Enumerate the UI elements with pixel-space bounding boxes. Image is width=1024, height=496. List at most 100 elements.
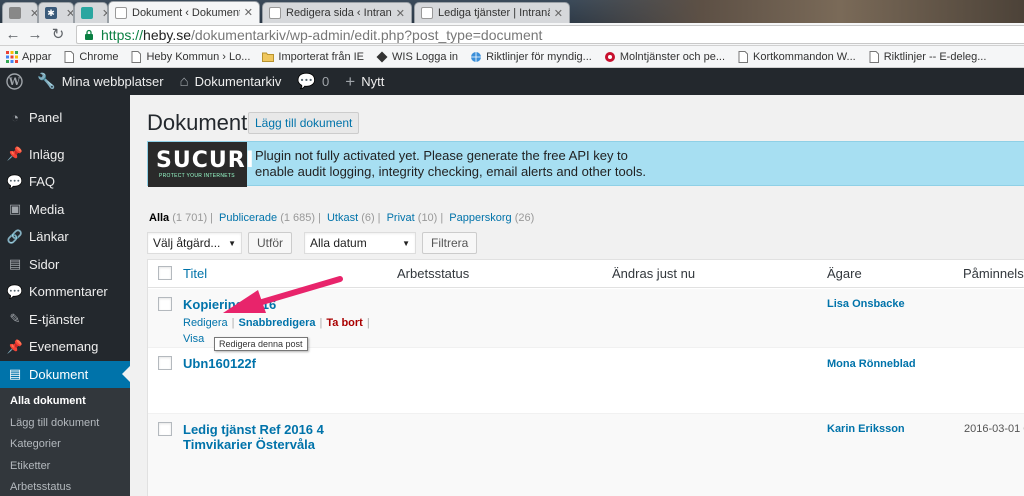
tab-title: Dokument ‹ Dokumentark bbox=[132, 6, 240, 19]
sidebar-item-label: Panel bbox=[29, 110, 63, 126]
filter-papperskorg[interactable]: Papperskorg (26) bbox=[449, 212, 534, 224]
sidebar-item-panel[interactable]: ◔ Panel bbox=[0, 104, 130, 132]
browser-tab-lediga[interactable]: Lediga tjänster | Intranät ✕ bbox=[414, 2, 570, 23]
notice-line-1: Plugin not fully activated yet. Please g… bbox=[255, 148, 628, 163]
filter-publicerade[interactable]: Publicerade (1 685) bbox=[219, 212, 315, 224]
close-tab-icon[interactable]: ✕ bbox=[554, 7, 563, 20]
bookmark-heby[interactable]: Heby Kommun › Lo... bbox=[124, 50, 256, 63]
submenu-item-kategorier[interactable]: Kategorier bbox=[0, 434, 130, 456]
submenu-item-arbetsstatus[interactable]: Arbetsstatus bbox=[0, 477, 130, 496]
add-document-button[interactable]: Lägg till dokument bbox=[248, 112, 360, 134]
filter-button[interactable]: Filtrera bbox=[422, 232, 478, 254]
row-title-link[interactable]: Kopiering 2016 bbox=[183, 297, 276, 312]
sidebar-item-media[interactable]: ▣ Media bbox=[0, 196, 130, 224]
filter-privat[interactable]: Privat (10) bbox=[387, 212, 438, 224]
wp-logo[interactable]: W bbox=[0, 68, 29, 95]
quick-edit-link[interactable]: Snabbredigera bbox=[239, 317, 316, 329]
browser-tab-redigera[interactable]: Redigera sida ‹ Intranät — ✕ bbox=[262, 2, 412, 23]
filter-utkast[interactable]: Utkast (6) bbox=[327, 212, 375, 224]
close-tab-icon[interactable]: ✕ bbox=[30, 7, 37, 20]
filter-label: Alla bbox=[149, 212, 170, 224]
filter-label: Publicerade bbox=[219, 212, 278, 224]
browser-tab-2[interactable]: ✱ ✕ bbox=[38, 2, 74, 23]
bookmark-riktlinjer-edeleg[interactable]: Riktlinjer -- E-deleg... bbox=[862, 50, 993, 63]
row-title-link[interactable]: Ubn160122f bbox=[183, 356, 256, 371]
row-checkbox[interactable] bbox=[158, 356, 172, 370]
browser-tab-1[interactable]: ✕ bbox=[2, 2, 38, 23]
filter-alla[interactable]: Alla (1 701) bbox=[149, 212, 207, 224]
bookmark-wis[interactable]: WIS Logga in bbox=[370, 51, 464, 63]
view-link[interactable]: Visa bbox=[183, 333, 204, 345]
row-checkbox[interactable] bbox=[158, 297, 172, 311]
column-header-agare: Ägare bbox=[827, 266, 862, 281]
main-content: Dokument Lägg till dokument SUCURI PROTE… bbox=[130, 95, 1024, 496]
sidebar-item-sidor[interactable]: ▤ Sidor bbox=[0, 251, 130, 279]
close-tab-icon[interactable]: ✕ bbox=[244, 6, 253, 19]
sidebar-item-label: Länkar bbox=[29, 229, 69, 245]
sidebar-item-evenemang[interactable]: 📌 Evenemang bbox=[0, 333, 130, 361]
comment-icon: 💬 bbox=[6, 283, 24, 299]
pin-icon: 📌 bbox=[6, 338, 24, 354]
bookmark-chrome[interactable]: Chrome bbox=[57, 50, 124, 63]
filter-count: (1 701) bbox=[172, 212, 208, 224]
edit-link[interactable]: Redigera bbox=[183, 317, 228, 329]
date-filter-select[interactable]: Alla datum ▼ bbox=[304, 232, 417, 254]
edit-tooltip: Redigera denna post bbox=[214, 337, 308, 351]
apply-button[interactable]: Utför bbox=[248, 232, 293, 254]
new-content-menu[interactable]: + Nytt bbox=[337, 68, 392, 95]
plus-icon: + bbox=[345, 72, 356, 91]
sidebar-item-lankar[interactable]: 🔗 Länkar bbox=[0, 223, 130, 251]
row-checkbox[interactable] bbox=[158, 422, 172, 436]
reload-icon[interactable]: ↻ bbox=[49, 26, 67, 44]
browser-tab-dokument[interactable]: Dokument ‹ Dokumentark ✕ bbox=[108, 1, 260, 23]
my-sites-menu[interactable]: 🔧 Mina webbplatser bbox=[29, 68, 172, 95]
row-title-link[interactable]: Ledig tjänst Ref 2016 4 Timvikarier Öste… bbox=[183, 422, 383, 452]
comments-menu[interactable]: 💬 0 bbox=[289, 68, 337, 95]
bookmark-label: Molntjänster och pe... bbox=[619, 50, 725, 63]
browser-tab-3[interactable]: ✕ bbox=[74, 2, 108, 23]
filter-label: Privat bbox=[386, 212, 415, 224]
select-all-checkbox[interactable] bbox=[158, 266, 172, 280]
sidebar-item-faq[interactable]: 💬 FAQ bbox=[0, 168, 130, 196]
sidebar-item-dokument[interactable]: ▤ Dokument bbox=[0, 360, 130, 388]
close-tab-icon[interactable]: ✕ bbox=[396, 7, 405, 20]
folder-icon bbox=[262, 52, 275, 62]
lock-icon bbox=[85, 29, 93, 40]
page-icon bbox=[869, 50, 879, 63]
site-name-menu[interactable]: ⌂ Dokumentarkiv bbox=[172, 68, 290, 95]
row-owner-link[interactable]: Karin Eriksson bbox=[827, 423, 905, 435]
wordpress-logo-icon: W bbox=[6, 73, 23, 90]
bookmark-apps[interactable]: Appar bbox=[0, 50, 57, 63]
submenu-item-alla-dokument[interactable]: Alla dokument bbox=[0, 391, 130, 413]
my-sites-label: Mina webbplatser bbox=[61, 74, 164, 89]
page-icon bbox=[738, 50, 748, 63]
submenu-item-etiketter[interactable]: Etiketter bbox=[0, 456, 130, 478]
back-arrow-icon[interactable]: ← bbox=[4, 26, 22, 44]
address-bar[interactable]: https://heby.se/dokumentarkiv/wp-admin/e… bbox=[76, 25, 1024, 44]
row-owner-link[interactable]: Lisa Onsbacke bbox=[827, 298, 905, 310]
bookmark-folder-ie[interactable]: Importerat från IE bbox=[256, 51, 370, 63]
bulk-action-select[interactable]: Välj åtgärd... ▼ bbox=[147, 232, 242, 254]
sidebar-item-kommentarer[interactable]: 💬 Kommentarer bbox=[0, 278, 130, 306]
bookmark-kortkommandon[interactable]: Kortkommandon W... bbox=[731, 50, 862, 63]
trash-link[interactable]: Ta bort bbox=[326, 317, 362, 329]
row-owner-link[interactable]: Mona Rönneblad bbox=[827, 358, 916, 370]
link-icon: 🔗 bbox=[6, 228, 24, 244]
bookmark-label: Chrome bbox=[79, 50, 119, 63]
bookmark-label: Appar bbox=[22, 50, 52, 63]
app-icon bbox=[81, 7, 93, 19]
forward-arrow-icon[interactable]: → bbox=[26, 26, 44, 44]
sidebar-item-inlagg[interactable]: 📌 Inlägg bbox=[0, 141, 130, 169]
page-icon bbox=[421, 7, 433, 19]
submenu-item-lagg-till[interactable]: Lägg till dokument bbox=[0, 413, 130, 435]
column-header-titel[interactable]: Titel bbox=[183, 266, 207, 281]
bookmark-label: Heby Kommun › Lo... bbox=[146, 50, 251, 63]
chevron-down-icon: ▼ bbox=[228, 238, 236, 248]
documents-table: Titel Arbetsstatus Ändras just nu Ägare … bbox=[147, 259, 1024, 496]
tab-title: Redigera sida ‹ Intranät — bbox=[286, 7, 392, 19]
bookmark-molntjanster[interactable]: Molntjänster och pe... bbox=[598, 51, 731, 63]
bookmark-riktlinjer-myndig[interactable]: Riktlinjer för myndig... bbox=[464, 51, 598, 63]
sidebar-item-etjanster[interactable]: ✎ E-tjänster bbox=[0, 306, 130, 334]
page-icon bbox=[64, 50, 75, 63]
close-tab-icon[interactable]: ✕ bbox=[66, 7, 73, 20]
